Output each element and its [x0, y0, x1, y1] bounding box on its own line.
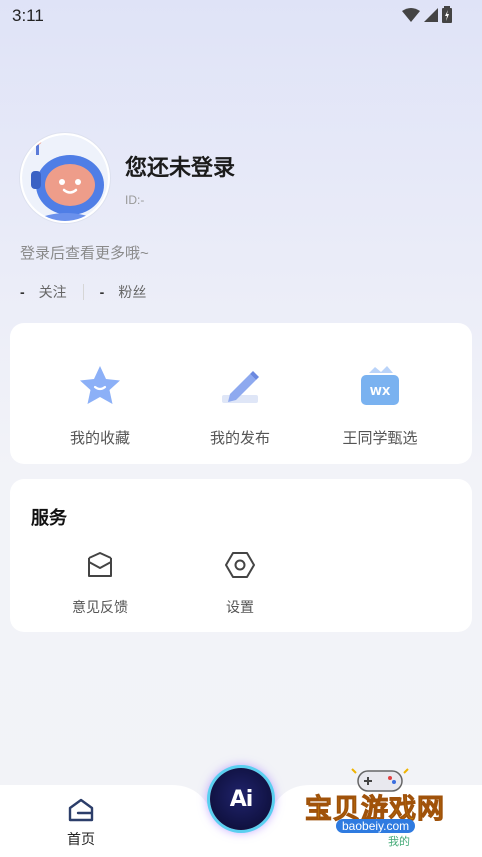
signal-icon: [424, 7, 438, 22]
wifi-icon: [402, 7, 420, 22]
star-icon: [80, 366, 120, 404]
username[interactable]: 您还未登录: [125, 150, 235, 182]
status-icons: [402, 6, 452, 23]
quick-item-label: 王同学甄选: [342, 430, 418, 447]
user-id: ID:-: [125, 193, 145, 207]
stat-following[interactable]: - 关注: [20, 282, 67, 302]
watermark-sub: 我的: [388, 836, 410, 848]
nav-home-label: 首页: [67, 831, 95, 847]
battery-icon: [442, 6, 452, 23]
fans-label: 粉丝: [118, 284, 147, 300]
svg-text:WX: WX: [370, 385, 391, 398]
following-label: 关注: [38, 284, 67, 300]
shop-basket-icon: WX: [361, 366, 399, 405]
robot-avatar-icon: [22, 135, 108, 221]
services-title: 服务: [31, 508, 67, 528]
avatar[interactable]: [20, 133, 110, 223]
services-card: 服务 意见反馈 设置: [10, 479, 472, 632]
quick-actions-card: 我的收藏 我的发布 WX 王同学甄选: [10, 323, 472, 464]
stat-fans[interactable]: - 粉丝: [100, 282, 147, 302]
status-time: 3:11: [12, 6, 44, 25]
fans-count: -: [99, 284, 105, 300]
feedback-envelope-icon: [88, 552, 112, 577]
home-icon: [68, 798, 94, 822]
quick-item-label: 我的发布: [209, 430, 270, 447]
following-count: -: [20, 284, 25, 300]
login-hint[interactable]: 登录后查看更多哦~: [20, 242, 149, 263]
quick-item-favorites[interactable]: 我的收藏: [30, 363, 170, 448]
service-settings-label: 设置: [226, 599, 254, 615]
pencil-icon: [222, 371, 259, 403]
watermark-url: baobeiy.com: [336, 819, 416, 833]
ai-button-label: Ai: [229, 786, 254, 812]
quick-item-label: 我的收藏: [69, 430, 130, 447]
status-bar: 3:11: [0, 0, 482, 32]
quick-item-selection[interactable]: WX 王同学甄选: [310, 363, 450, 448]
stat-divider: [82, 284, 84, 300]
site-watermark: 宝贝游戏网 baobeiy.com 我的: [300, 765, 480, 853]
follow-stats: - 关注 - 粉丝: [20, 282, 146, 302]
nav-home[interactable]: 首页: [40, 791, 122, 849]
profile-header[interactable]: 您还未登录 ID:-: [20, 133, 460, 233]
settings-hexagon-icon: [225, 552, 255, 578]
service-feedback-label: 意见反馈: [72, 599, 128, 615]
quick-item-posts[interactable]: 我的发布: [170, 363, 310, 448]
service-feedback[interactable]: 意见反馈: [55, 549, 145, 617]
ai-assistant-button[interactable]: Ai: [210, 768, 272, 830]
service-settings[interactable]: 设置: [195, 549, 285, 617]
